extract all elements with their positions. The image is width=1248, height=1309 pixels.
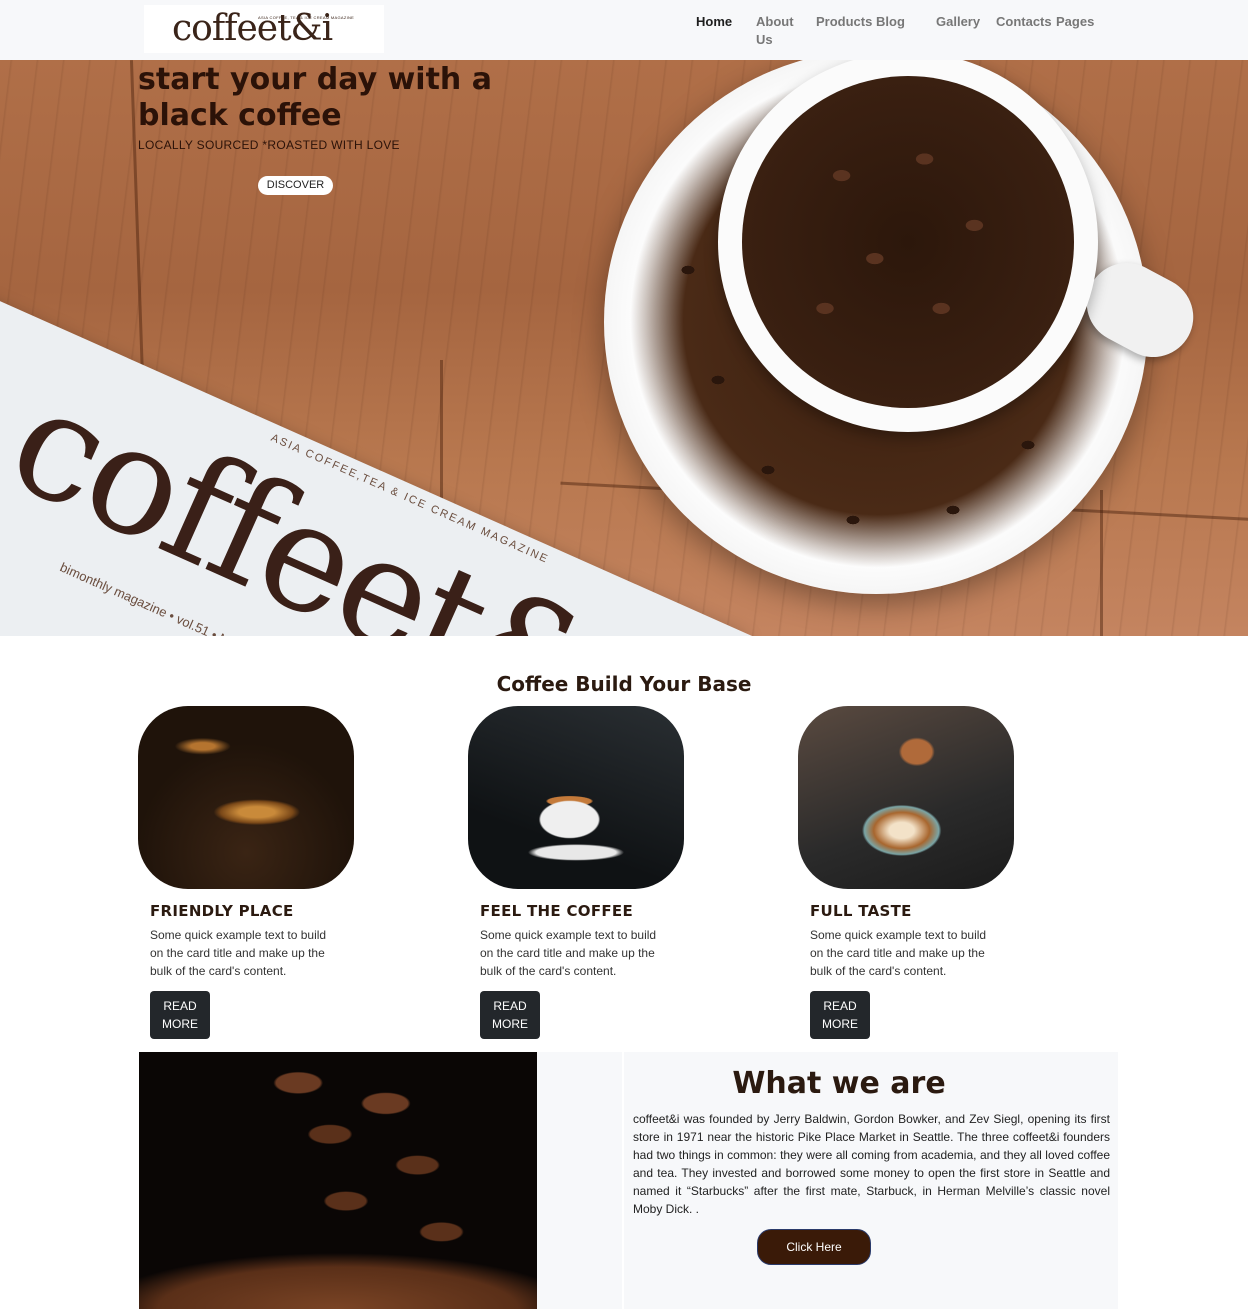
nav-about-us[interactable]: About Us	[756, 13, 800, 49]
nav-pages[interactable]: Pages	[1056, 13, 1094, 31]
section-title: Coffee Build Your Base	[496, 672, 752, 696]
card-title: FEEL THE COFFEE	[480, 902, 634, 920]
about-title: What we are	[732, 1066, 946, 1101]
card-text: Some quick example text to build on the …	[810, 928, 987, 978]
hero-subheading: LOCALLY SOURCED *ROASTED WITH LOVE	[138, 138, 400, 152]
espresso-image	[138, 706, 354, 889]
feature-card: FULL TASTE Some quick example text to bu…	[798, 706, 1098, 1046]
cup-beans	[742, 76, 1074, 408]
feature-card: FRIENDLY PLACE Some quick example text t…	[138, 706, 438, 1046]
coffee-cup-image	[718, 60, 1098, 432]
about-text: coffeet&i was founded by Jerry Baldwin, …	[633, 1112, 1110, 1216]
logo-tagline: ASIA COFFEE, TEA & ICE CREAM MAGAZINE	[258, 15, 355, 20]
nav-products[interactable]: Products	[816, 13, 872, 31]
card-title: FRIENDLY PLACE	[150, 902, 294, 920]
card-text: Some quick example text to build on the …	[480, 928, 657, 978]
nav-gallery[interactable]: Gallery	[936, 13, 980, 31]
pouring-coffee-image	[468, 706, 684, 889]
latte-art-image	[798, 706, 1014, 889]
nav-contacts[interactable]: Contacts	[996, 13, 1052, 31]
discover-button[interactable]: DISCOVER	[258, 176, 333, 195]
brand-logo[interactable]: coffeet&i ASIA COFFEE, TEA & ICE CREAM M…	[144, 5, 384, 53]
hero-heading: start your day with a black coffee	[138, 62, 492, 133]
navbar: coffeet&i ASIA COFFEE, TEA & ICE CREAM M…	[0, 0, 1248, 60]
card-text: Some quick example text to build on the …	[150, 928, 327, 978]
read-more-button[interactable]: READ MORE	[150, 991, 210, 1039]
nav-blog[interactable]: Blog	[876, 13, 905, 31]
nav-home[interactable]: Home	[696, 13, 732, 31]
magazine-title: coffeet&i	[0, 352, 669, 636]
about-spacer	[537, 1052, 622, 1309]
feature-card: FEEL THE COFFEE Some quick example text …	[468, 706, 768, 1046]
about-section: What we are coffeet&i was founded by Jer…	[624, 1052, 1118, 1309]
read-more-button[interactable]: READ MORE	[810, 991, 870, 1039]
click-here-button[interactable]: Click Here	[757, 1229, 871, 1265]
read-more-button[interactable]: READ MORE	[480, 991, 540, 1039]
falling-beans-image	[139, 1052, 537, 1309]
card-title: FULL TASTE	[810, 902, 912, 920]
